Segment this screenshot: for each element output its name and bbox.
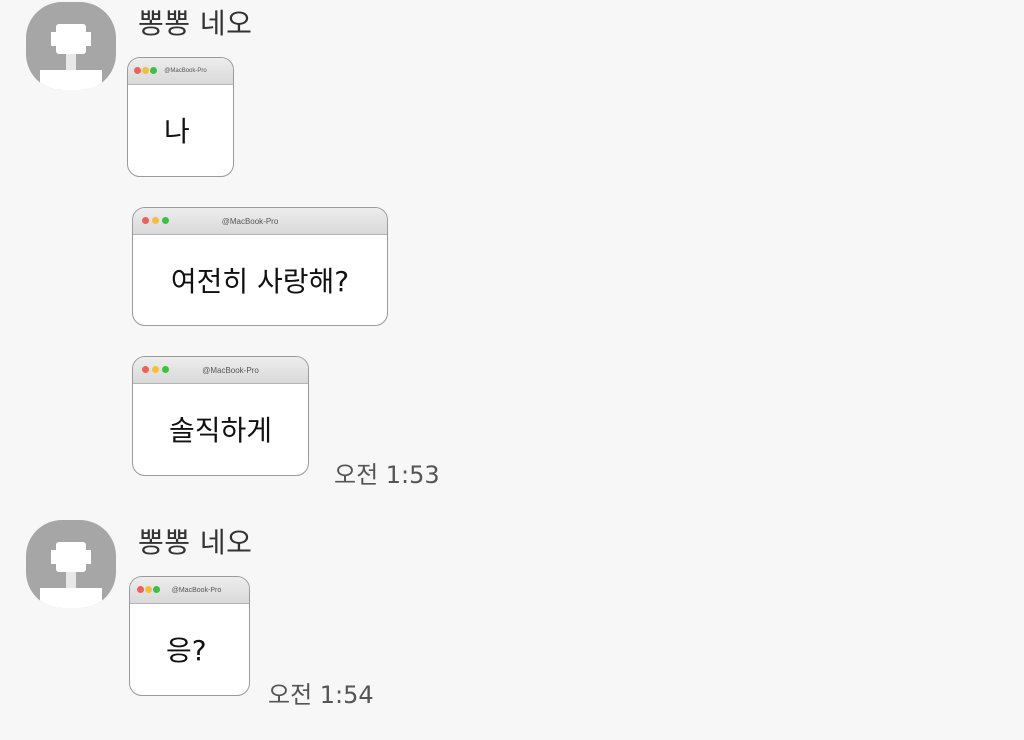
window-titlebar: @MacBook-Pro: [133, 357, 308, 384]
message-text: 응?: [166, 634, 207, 667]
minimize-dot-icon: [152, 217, 159, 224]
minimize-dot-icon: [142, 67, 149, 74]
minimize-dot-icon: [152, 366, 159, 373]
zoom-dot-icon: [162, 217, 169, 224]
message-timestamp: 오전 1:54: [268, 681, 374, 709]
zoom-dot-icon: [153, 586, 160, 593]
window-title: @MacBook-Pro: [171, 586, 222, 594]
sender-avatar[interactable]: [26, 2, 116, 90]
message-text: 여전히 사랑해?: [170, 264, 350, 298]
sender-name: 뽕뽕 네오: [138, 7, 253, 40]
sender-name: 뽕뽕 네오: [138, 526, 253, 559]
minimize-dot-icon: [145, 586, 152, 593]
message-bubble[interactable]: @MacBook-Pro 응?: [129, 576, 250, 696]
close-dot-icon: [142, 217, 149, 224]
message-text: 나: [164, 115, 190, 148]
window-titlebar: @MacBook-Pro: [133, 208, 387, 235]
message-bubble[interactable]: @MacBook-Pro 솔직하게: [132, 356, 309, 476]
zoom-dot-icon: [150, 67, 157, 74]
close-dot-icon: [137, 586, 144, 593]
message-text: 솔직하게: [168, 414, 273, 447]
zoom-dot-icon: [162, 366, 169, 373]
window-title: @MacBook-Pro: [164, 68, 207, 74]
message-timestamp: 오전 1:53: [334, 461, 440, 489]
window-titlebar: @MacBook-Pro: [130, 577, 249, 604]
close-dot-icon: [142, 366, 149, 373]
window-titlebar: @MacBook-Pro: [128, 58, 233, 85]
sender-avatar[interactable]: [26, 520, 116, 608]
default-avatar-icon: [51, 542, 91, 572]
window-title: @MacBook-Pro: [221, 216, 279, 226]
message-bubble[interactable]: @MacBook-Pro 나: [127, 57, 234, 177]
message-bubble[interactable]: @MacBook-Pro 여전히 사랑해?: [132, 207, 388, 326]
default-avatar-icon: [51, 24, 91, 54]
window-title: @MacBook-Pro: [202, 365, 259, 375]
close-dot-icon: [134, 67, 141, 74]
